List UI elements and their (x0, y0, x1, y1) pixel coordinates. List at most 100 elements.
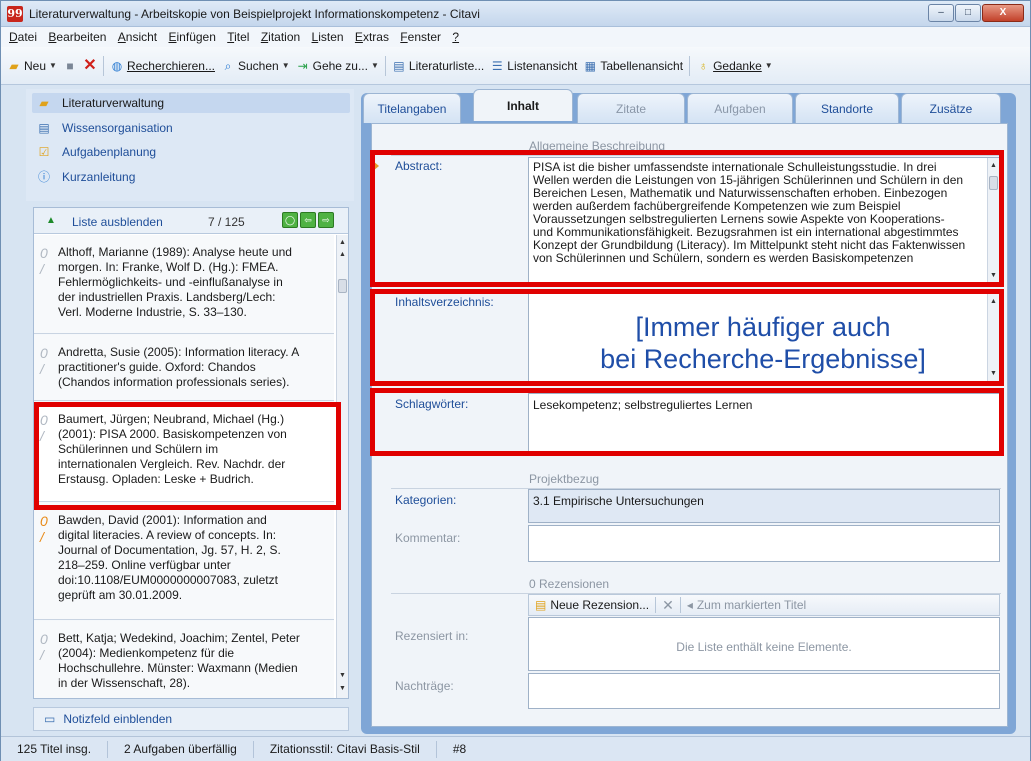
abstract-label: Abstract: (395, 159, 443, 173)
toolbar: ▰ Neu ▼ ■ ✕ ◍ Recherchieren... ⌕ Suchen … (1, 47, 1030, 85)
menu-listen[interactable]: Listen (308, 27, 348, 44)
table-view-icon: ▦ (584, 58, 596, 73)
menu-bearbeiten[interactable]: Bearbeiten (44, 27, 110, 44)
delete-x-icon: ✕ (83, 56, 97, 74)
menu-datei[interactable]: Datei (1, 27, 41, 44)
menu-ansicht[interactable]: Ansicht (114, 27, 161, 44)
menu-titel[interactable]: Titel (223, 27, 253, 44)
addenda-label: Nachträge: (395, 679, 454, 693)
abstract-scrollbar[interactable]: ▲ ▼ (987, 158, 999, 284)
close-icon: ✕ (662, 596, 674, 613)
menu-bar: Datei Bearbeiten Ansicht Einfügen Titel … (1, 27, 1030, 47)
reviews-list[interactable]: Die Liste enthält keine Elemente. (528, 617, 1000, 671)
keywords-field[interactable]: Lesekompetenz; selbstreguliertes Lernen (528, 393, 1000, 453)
save-button[interactable]: ■ (63, 59, 83, 73)
scroll-bottom-icon[interactable]: ▼ (337, 683, 348, 695)
scrollbar-thumb[interactable] (989, 176, 998, 190)
nav-literaturverwaltung[interactable]: ▰ Literaturverwaltung (32, 93, 350, 113)
list-position-counter: 7 / 125 (208, 215, 245, 229)
next-record-icon[interactable]: ⇨ (318, 212, 334, 228)
scroll-up-icon[interactable]: ▲ (988, 296, 999, 308)
app-window: 99 Literaturverwaltung - Arbeitskopie vo… (0, 0, 1031, 761)
nav-wissensorganisation[interactable]: ▤ Wissensorganisation (36, 118, 172, 138)
collapse-triangle-icon[interactable]: ▲ (46, 215, 56, 226)
reviews-toolbar: ▤ Neue Rezension... ✕ ◂ Zum markierten T… (528, 594, 1000, 616)
tab-zitate[interactable]: Zitate (577, 93, 685, 123)
menu-einfuegen[interactable]: Einfügen (165, 27, 220, 44)
goto-button[interactable]: ⇥ Gehe zu... ▼ (296, 59, 385, 73)
delete-review-button[interactable]: ✕ (656, 597, 680, 614)
document-list-icon: ▤ (393, 58, 405, 73)
status-overdue-tasks[interactable]: 2 Aufgaben überfällig (108, 740, 254, 758)
status-record-number: #8 (452, 741, 467, 756)
chevron-down-icon: ▼ (764, 61, 773, 70)
recherchieren-button[interactable]: ◍ Recherchieren... (110, 59, 221, 73)
keywords-label: Schlagwörter: (395, 397, 469, 411)
chevron-down-icon: ▼ (370, 61, 379, 70)
tab-inhalt[interactable]: Inhalt (473, 89, 573, 121)
toc-label: Inhaltsverzeichnis: (395, 295, 494, 309)
notes-icon: ▤ (38, 121, 50, 135)
toolbar-divider (689, 55, 691, 76)
menu-help[interactable]: ? (448, 27, 463, 44)
tab-standorte[interactable]: Standorte (795, 93, 899, 123)
tab-zusaetze[interactable]: Zusätze (901, 93, 1001, 123)
scroll-up-icon[interactable]: ▲ (337, 249, 348, 261)
quote-mark-orange-icon: 0/ (40, 513, 48, 545)
tab-aufgaben[interactable]: Aufgaben (687, 93, 793, 123)
tab-titelangaben[interactable]: Titelangaben (363, 93, 461, 123)
section-general-title: Allgemeine Beschreibung (529, 139, 666, 153)
new-button[interactable]: ▰ Neu ▼ (7, 59, 63, 73)
abstract-field[interactable]: PISA ist die bisher umfassendste interna… (528, 157, 1000, 285)
listenansicht-button[interactable]: ☰ Listenansicht (490, 59, 583, 73)
minimize-button[interactable]: – (928, 4, 954, 22)
list-item[interactable]: 0/ Bawden, David (2001): Information and… (34, 503, 334, 620)
new-review-button[interactable]: ▤ Neue Rezension... (529, 598, 655, 612)
menu-fenster[interactable]: Fenster (396, 27, 445, 44)
show-notes-link[interactable]: ▭ Notizfeld einblenden (33, 707, 349, 731)
search-globe-icon: ◍ (111, 58, 123, 73)
chevron-down-icon: ▼ (281, 61, 290, 70)
first-record-icon[interactable]: ◯ (282, 212, 298, 228)
previous-record-icon[interactable]: ⇦ (300, 212, 316, 228)
save-icon: ■ (66, 58, 74, 73)
quote-mark-icon: 0/ (40, 245, 48, 277)
list-item[interactable]: 0/ Althoff, Marianne (1989): Analyse heu… (34, 235, 334, 334)
toolbar-divider (102, 55, 104, 76)
menu-zitation[interactable]: Zitation (257, 27, 304, 44)
categories-field[interactable]: 3.1 Empirische Untersuchungen (528, 489, 1000, 523)
menu-extras[interactable]: Extras (351, 27, 393, 44)
close-button[interactable]: X (982, 4, 1024, 22)
left-navigation: ▰ Literaturverwaltung ▤ Wissensorganisat… (26, 89, 354, 201)
quote-mark-icon: 0/ (40, 345, 48, 377)
goto-marked-title-button[interactable]: ◂ Zum markierten Titel (681, 598, 812, 612)
tabellenansicht-button[interactable]: ▦ Tabellenansicht (583, 59, 689, 73)
nav-kurzanleitung[interactable]: ⓘ Kurzanleitung (36, 167, 135, 187)
hide-list-link[interactable]: Liste ausblenden (72, 215, 163, 229)
delete-button[interactable]: ✕ (83, 56, 103, 74)
list-scrollbar[interactable]: ▲ ▲ ▼ ▼ (336, 235, 348, 698)
maximize-button[interactable]: □ (955, 4, 981, 22)
addenda-field[interactable] (528, 673, 1000, 709)
current-field-pointer-icon (373, 161, 379, 171)
scroll-down-icon[interactable]: ▼ (988, 270, 999, 282)
title-bar: 99 Literaturverwaltung - Arbeitskopie vo… (1, 1, 1030, 27)
list-item-selected[interactable]: 0/ Baumert, Jürgen; Neubrand, Michael (H… (34, 402, 334, 502)
categories-label: Kategorien: (395, 493, 457, 507)
status-citation-style[interactable]: Zitationsstil: Citavi Basis-Stil (254, 740, 437, 758)
scroll-top-icon[interactable]: ▲ (337, 237, 348, 249)
list-item[interactable]: 0/ Andretta, Susie (2005): Information l… (34, 335, 334, 401)
scroll-down-icon[interactable]: ▼ (337, 670, 348, 682)
window-title: Literaturverwaltung - Arbeitskopie von B… (29, 7, 480, 21)
gedanke-button[interactable]: ♁ Gedanke ▼ (696, 59, 779, 73)
comment-field[interactable] (528, 525, 1000, 562)
scroll-up-icon[interactable]: ▲ (988, 160, 999, 172)
nav-aufgabenplanung[interactable]: ☑ Aufgabenplanung (36, 142, 156, 162)
list-header: ▲ Liste ausblenden 7 / 125 ◯ ⇦ ⇨ (34, 208, 348, 234)
suchen-button[interactable]: ⌕ Suchen ▼ (221, 59, 296, 73)
list-item[interactable]: 0/ Bett, Katja; Wedekind, Joachim; Zente… (34, 621, 334, 698)
literaturliste-button[interactable]: ▤ Literaturliste... (392, 59, 490, 73)
quote-mark-icon: 0/ (40, 412, 48, 444)
scrollbar-thumb[interactable] (338, 279, 347, 293)
list-view-icon: ☰ (491, 58, 503, 73)
